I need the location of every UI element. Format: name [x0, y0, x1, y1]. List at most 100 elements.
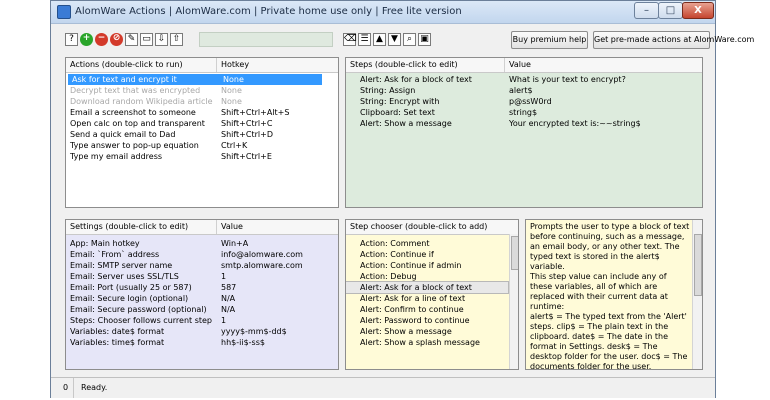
step-row[interactable]: String: Encrypt with p@ssW0rd [346, 96, 702, 107]
action-row[interactable]: Email a screenshot to someone Shift+Ctrl+… [66, 107, 338, 118]
list-icon[interactable]: ☰ [358, 33, 371, 46]
step-value: string$ [509, 108, 538, 117]
remove-icon[interactable]: − [95, 33, 108, 46]
import-icon[interactable]: ⇧ [170, 33, 183, 46]
step-chooser-row[interactable]: Alert: Show a splash message [346, 337, 508, 348]
setting-row[interactable]: Variables: time$ format hh$-ii$-ss$ [66, 337, 338, 348]
disable-icon[interactable]: ⊘ [110, 33, 123, 46]
action-row[interactable]: Type my email address Shift+Ctrl+E [66, 151, 338, 162]
folder-icon[interactable]: ▣ [418, 33, 431, 46]
step-name: String: Encrypt with [360, 97, 440, 106]
action-row[interactable]: Download random Wikipedia article None [66, 96, 338, 107]
clipboard-icon [349, 108, 358, 117]
status-text: Ready. [81, 383, 108, 392]
setting-row[interactable]: App: Main hotkey Win+A [66, 238, 338, 249]
move-down-icon[interactable]: ▼ [388, 33, 401, 46]
add-icon[interactable]: + [80, 33, 93, 46]
action-hotkey: None [221, 97, 242, 106]
setting-value: 587 [221, 283, 237, 292]
close-button[interactable]: X [682, 2, 714, 19]
title-bar[interactable]: AlomWare Actions | AlomWare.com | Privat… [51, 1, 715, 24]
settings-column-header[interactable]: Settings (double-click to edit) [70, 222, 188, 231]
step-chooser-row[interactable]: Alert: Show a message [346, 326, 508, 337]
search-icon[interactable]: ⌕ [403, 33, 416, 46]
string-encrypt-icon [349, 97, 358, 106]
steps-value-column-header[interactable]: Value [509, 60, 531, 69]
step-chooser-name: Alert: Ask for a block of text [360, 283, 472, 292]
move-up-icon[interactable]: ▲ [373, 33, 386, 46]
setting-row[interactable]: Steps: Chooser follows current step 1 [66, 315, 338, 326]
setting-name: App: Main hotkey [70, 239, 140, 248]
step-row[interactable]: Alert: Ask for a block of text What is yo… [346, 74, 702, 85]
step-name: String: Assign [360, 86, 416, 95]
step-chooser-scroll-thumb[interactable] [511, 236, 518, 270]
step-chooser-scrollbar[interactable] [509, 234, 518, 369]
steps-column-header[interactable]: Steps (double-click to edit) [350, 60, 458, 69]
settings-value-column-header[interactable]: Value [221, 222, 243, 231]
help-icon[interactable]: ? [65, 33, 78, 46]
setting-name: Email: SMTP server name [70, 261, 173, 270]
step-chooser-row[interactable]: Alert: Password to continue [346, 315, 508, 326]
app-icon [57, 5, 71, 19]
step-chooser-row[interactable]: Alert: Ask for a line of text [346, 293, 508, 304]
setting-row[interactable]: Email: Secure login (optional) N/A [66, 293, 338, 304]
step-value: What is your text to encrypt? [509, 75, 626, 84]
setting-name: Variables: date$ format [70, 327, 165, 336]
setting-row[interactable]: Email: Port (usually 25 or 587) 587 [66, 282, 338, 293]
status-count: 0 [63, 383, 69, 392]
blank-page-icon[interactable]: ▭ [140, 33, 153, 46]
eraser-icon[interactable]: ⌫ [343, 33, 357, 46]
step-chooser-row[interactable]: Action: Comment [346, 238, 508, 249]
action-name: Open calc on top and transparent [70, 119, 205, 128]
setting-row[interactable]: Email: SMTP server name smtp.alomware.com [66, 260, 338, 271]
step-chooser-name: Alert: Ask for a line of text [360, 294, 466, 303]
hotkey-column-header[interactable]: Hotkey [221, 60, 249, 69]
maximize-button[interactable]: □ [658, 2, 683, 19]
export-icon[interactable]: ⇩ [155, 33, 168, 46]
buy-premium-help-button[interactable]: Buy premium help [511, 31, 588, 49]
action-row[interactable]: Ask for text and encrypt it None [68, 74, 322, 85]
step-chooser-row[interactable]: Action: Debug [346, 271, 508, 282]
setting-row[interactable]: Email: Secure password (optional) N/A [66, 304, 338, 315]
action-icon [349, 250, 358, 259]
minimize-button[interactable]: – [634, 2, 659, 19]
edit-icon[interactable]: ✎ [125, 33, 138, 46]
help-scroll-thumb[interactable] [694, 234, 702, 296]
step-row[interactable]: Alert: Show a message Your encrypted text… [346, 118, 702, 129]
actions-column-header[interactable]: Actions (double-click to run) [70, 60, 183, 69]
settings-panel: Settings (double-click to edit) Value Ap… [65, 219, 339, 370]
setting-value: N/A [221, 294, 236, 303]
action-icon [349, 239, 358, 248]
step-chooser-row[interactable]: Action: Continue if [346, 249, 508, 260]
step-row[interactable]: Clipboard: Set text string$ [346, 107, 702, 118]
setting-row[interactable]: Email: Server uses SSL/TLS 1 [66, 271, 338, 282]
step-value: p@ssW0rd [509, 97, 552, 106]
action-row[interactable]: Open calc on top and transparent Shift+Ct… [66, 118, 338, 129]
step-chooser-row[interactable]: Alert: Ask for a block of text [346, 281, 509, 294]
setting-row[interactable]: Email: `From` address info@alomware.com [66, 249, 338, 260]
step-chooser-column-header[interactable]: Step chooser (double-click to add) [350, 222, 487, 231]
action-name: Type my email address [70, 152, 163, 161]
step-chooser-panel: Step chooser (double-click to add) Actio… [345, 219, 519, 370]
alert-icon [349, 119, 358, 128]
window-title: AlomWare Actions | AlomWare.com | Privat… [75, 6, 462, 17]
action-row[interactable]: Decrypt text that was encrypted None [66, 85, 338, 96]
action-row[interactable]: Send a quick email to Dad Shift+Ctrl+D [66, 129, 338, 140]
setting-name: Email: Secure password (optional) [70, 305, 207, 314]
setting-name: Steps: Chooser follows current step [70, 316, 212, 325]
setting-name: Email: `From` address [70, 250, 160, 259]
setting-name: Email: Server uses SSL/TLS [70, 272, 179, 281]
step-row[interactable]: String: Assign alert$ [346, 85, 702, 96]
actions-header: Actions (double-click to run) Hotkey [66, 58, 338, 73]
setting-value: smtp.alomware.com [221, 261, 303, 270]
action-row[interactable]: Type answer to pop-up equation Ctrl+K [66, 140, 338, 151]
step-name: Clipboard: Set text [360, 108, 435, 117]
setting-row[interactable]: Variables: date$ format yyyy$-mm$-dd$ [66, 326, 338, 337]
step-chooser-row[interactable]: Action: Continue if admin [346, 260, 508, 271]
help-scrollbar[interactable] [692, 220, 702, 369]
setting-value: yyyy$-mm$-dd$ [221, 327, 287, 336]
get-premade-actions-button[interactable]: Get pre-made actions at AlomWare.com [593, 31, 754, 49]
alert-icon [349, 327, 358, 336]
step-chooser-row[interactable]: Alert: Confirm to continue [346, 304, 508, 315]
alert-icon [349, 294, 358, 303]
